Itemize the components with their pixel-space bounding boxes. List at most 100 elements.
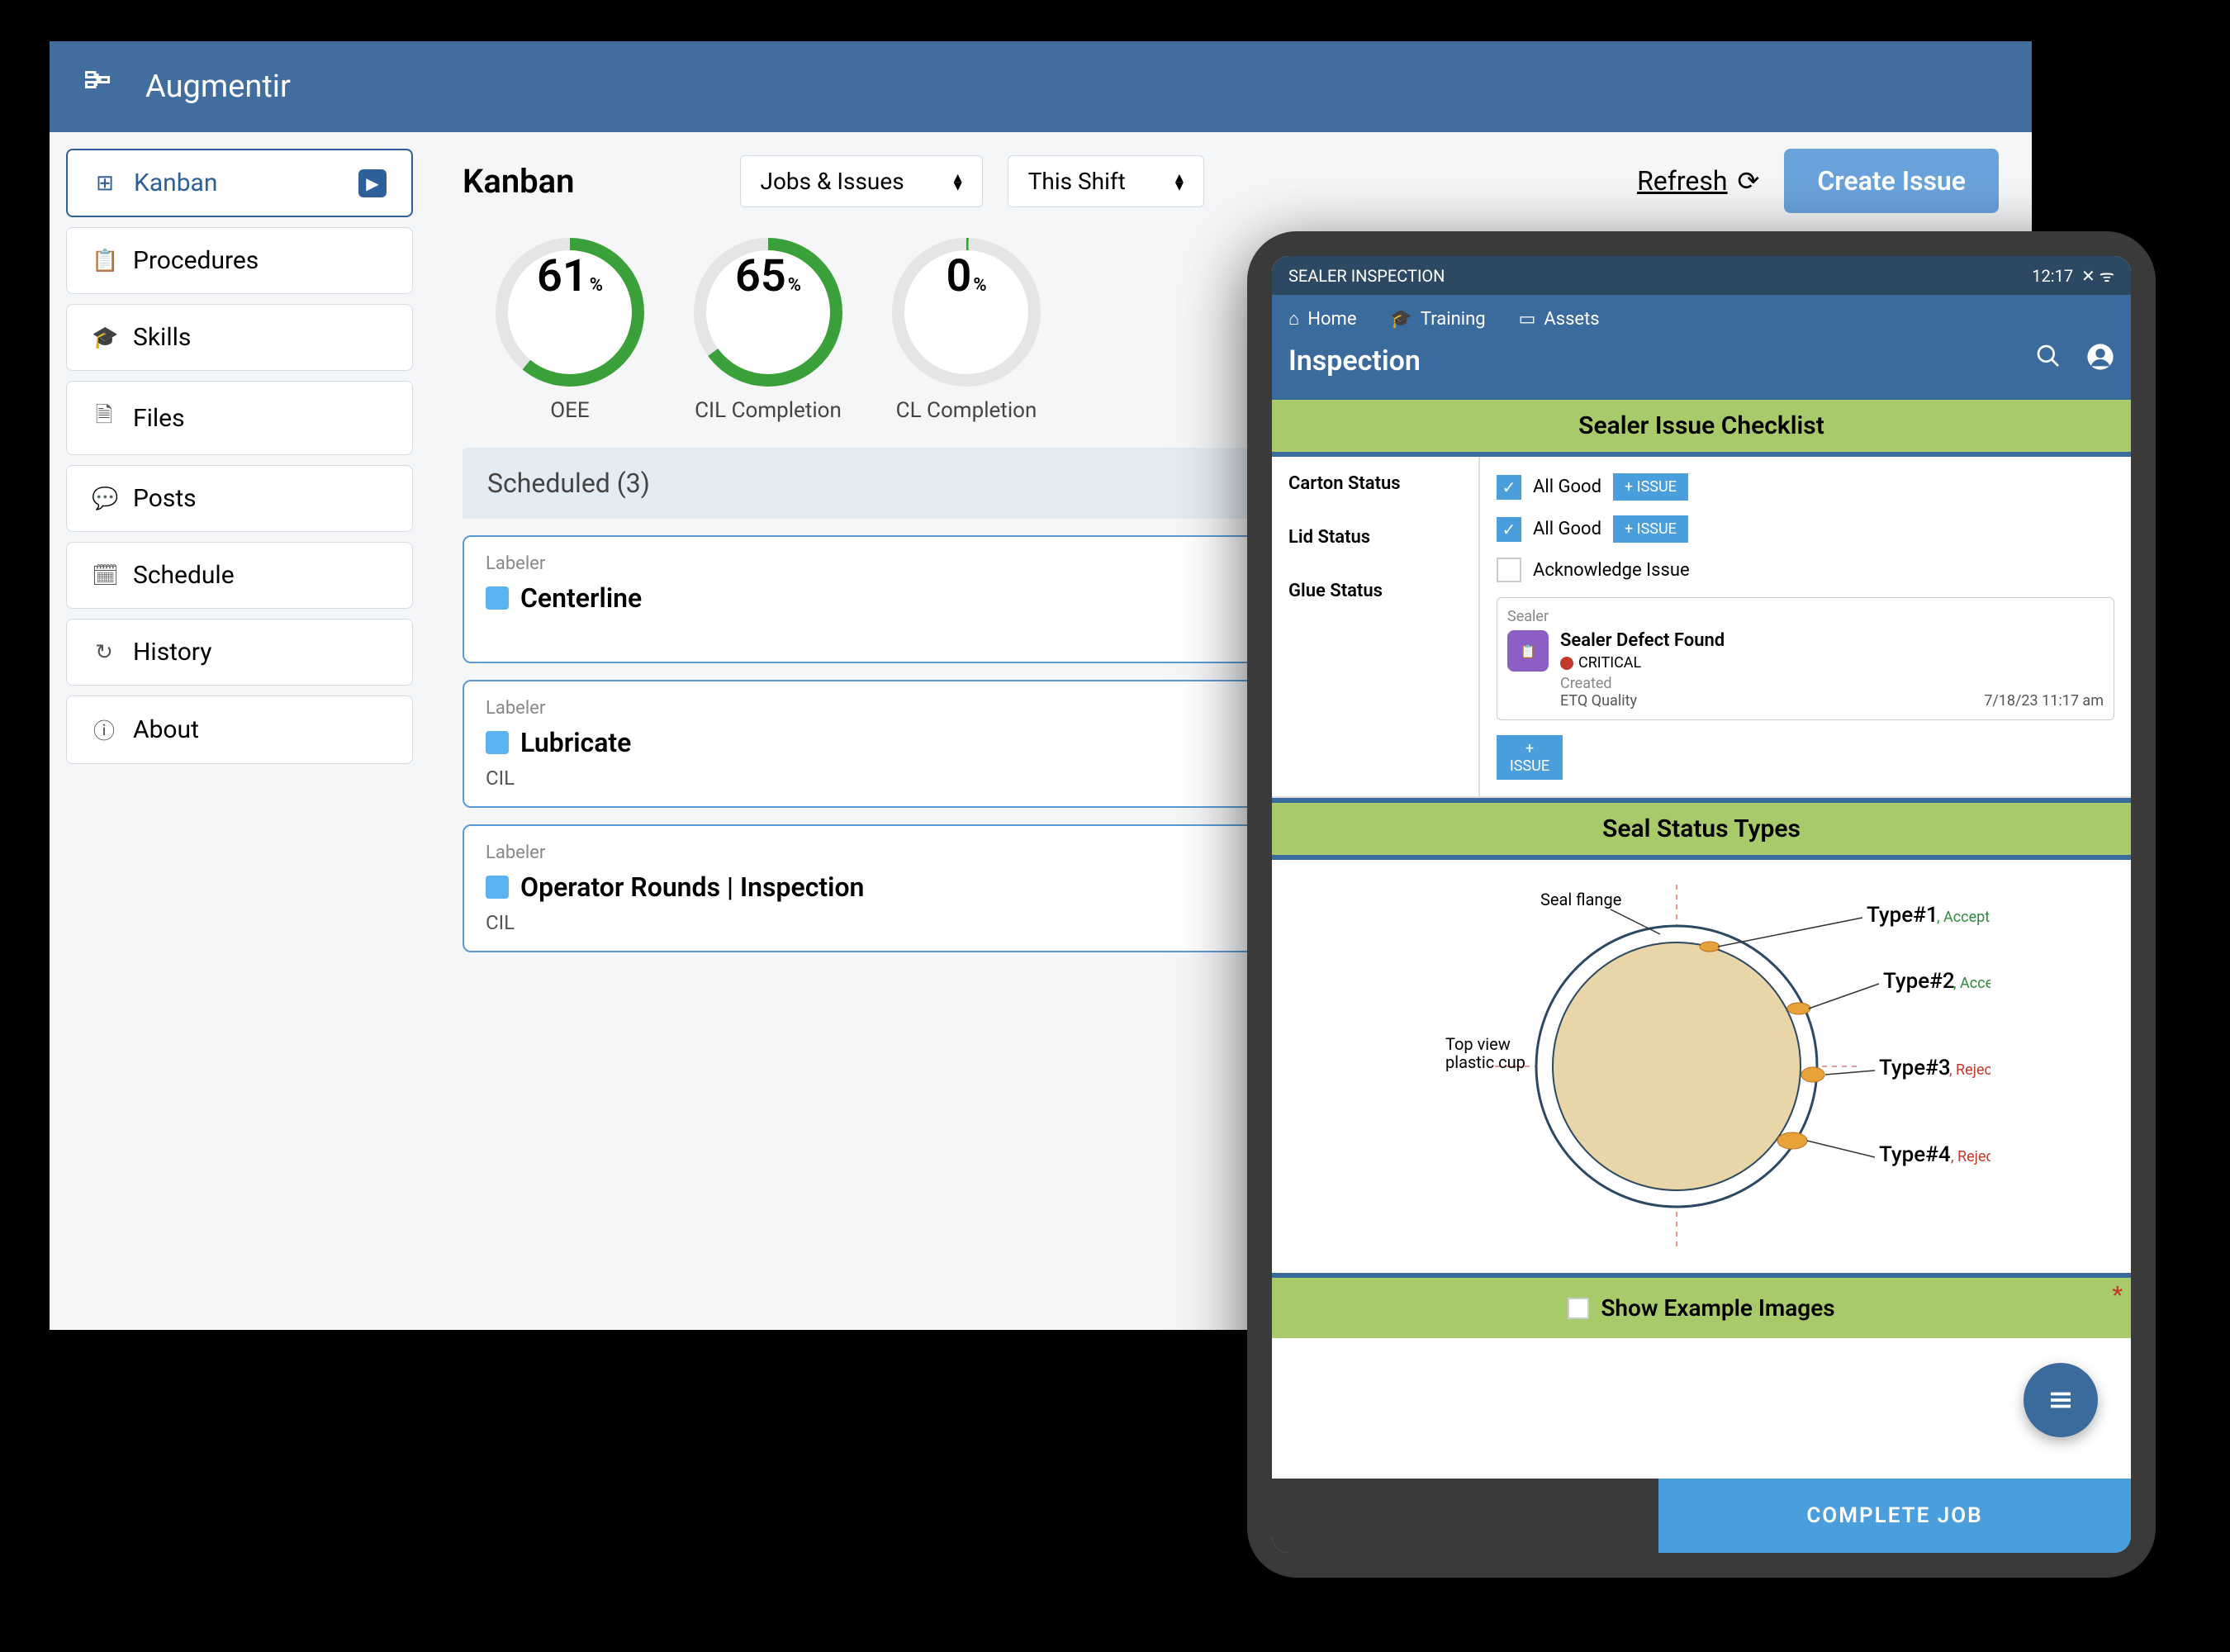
refresh-icon: ⟳ [1738, 165, 1760, 197]
home-icon: ⌂ [1288, 308, 1299, 330]
file-icon: 🗎 [92, 400, 116, 436]
clipboard-icon [486, 876, 509, 899]
flange-label: Seal flange [1540, 890, 1621, 909]
checklist: Carton Status Lid Status Glue Status ✓ A… [1272, 457, 2131, 798]
checklist-row: ✓ All Good + ISSUE [1497, 515, 2114, 543]
sidebar-item-about[interactable]: ⓘ About [66, 695, 413, 764]
tablet-device: SEALER INSPECTION 12:17 ✕ ᯤ ⌂ Home 🎓 Train… [1247, 231, 2156, 1578]
sidebar-item-files[interactable]: 🗎 Files [66, 381, 413, 455]
percent-sign: % [590, 275, 603, 296]
sidebar-item-kanban[interactable]: ⊞ Kanban ▶ [66, 149, 413, 217]
sidebar-item-label: Kanban [134, 169, 217, 197]
percent-sign: % [788, 275, 801, 296]
graduation-icon: 🎓 [92, 325, 116, 350]
ring-gauge: 0% [892, 238, 1041, 387]
sidebar-item-procedures[interactable]: 📋 Procedures [66, 227, 413, 294]
sidebar-item-schedule[interactable]: 🗓 Schedule [66, 542, 413, 609]
nav-assets[interactable]: ▭Assets [1519, 309, 1600, 330]
kanban-icon: ⊞ [93, 171, 117, 196]
card-title: Operator Rounds | Inspection [520, 871, 864, 903]
sidebar-item-label: Posts [133, 484, 197, 513]
calendar-icon: 🗓 [92, 563, 116, 588]
nav-home[interactable]: ⌂ Home [1288, 308, 1357, 330]
add-issue-button[interactable]: + ISSUE [1613, 515, 1688, 543]
select-value: This Shift [1028, 168, 1126, 195]
sidebar-item-skills[interactable]: 🎓 Skills [66, 304, 413, 371]
issue-card[interactable]: Sealer 📋 Sealer Defect Found CRITICAL Cr… [1497, 597, 2114, 720]
chat-icon: 💬 [92, 487, 116, 511]
svg-text:, Accept: , Accept [1937, 909, 1990, 926]
svg-text:Type#2: Type#2 [1883, 969, 1955, 994]
svg-text:Type#3: Type#3 [1879, 1056, 1951, 1080]
tablet-title-row: Inspection [1272, 343, 2131, 395]
svg-text:plastic cup: plastic cup [1445, 1052, 1525, 1072]
metric-value: 0 [946, 250, 971, 302]
required-asterisk: * [2112, 1281, 2123, 1308]
status-bar: SEALER INSPECTION 12:17 ✕ ᯤ [1272, 256, 2131, 295]
select-value: Jobs & Issues [761, 168, 904, 195]
seal-svg: Seal flange Top view plastic cup Type#1,… [1412, 885, 1990, 1248]
checklist-row: Acknowledge Issue [1497, 558, 2114, 582]
metric-value: 65 [735, 250, 786, 302]
clipboard-icon: 📋 [92, 249, 116, 273]
card-sub: CIL [486, 911, 515, 934]
svg-text:, Reject: , Reject [1951, 1148, 1990, 1165]
ring-gauge: 61% [496, 238, 644, 387]
complete-job-button[interactable]: COMPLETE JOB [1658, 1479, 2131, 1553]
chevron-updown-icon: ▴▾ [954, 173, 962, 189]
checkbox[interactable] [1497, 558, 1521, 582]
sidebar-item-history[interactable]: ↻ History [66, 619, 413, 686]
svg-text:, Reject: , Reject [1949, 1061, 1990, 1079]
refresh-label: Refresh [1637, 165, 1727, 197]
topview-label: Top view [1445, 1034, 1511, 1054]
sidebar-item-label: Procedures [133, 246, 259, 275]
nav-label: Training [1421, 309, 1486, 330]
app-name: Augmentir [145, 69, 291, 105]
tablet-screen: SEALER INSPECTION 12:17 ✕ ᯤ ⌂ Home 🎓 Train… [1272, 256, 2131, 1553]
show-examples-row[interactable]: Show Example Images * [1272, 1273, 2131, 1338]
sidebar-item-label: About [133, 715, 199, 744]
sidebar-item-label: History [133, 638, 211, 667]
row-label: Carton Status [1288, 473, 1462, 494]
page-title: Kanban [463, 162, 575, 201]
sidebar-item-label: Files [133, 404, 185, 433]
show-examples-label: Show Example Images [1601, 1294, 1834, 1322]
chevron-updown-icon: ▴▾ [1175, 173, 1184, 189]
nav-label: Assets [1544, 309, 1599, 330]
metric-cl: 0% CL Completion [892, 238, 1041, 423]
svg-text:Type#1: Type#1 [1867, 903, 1938, 928]
filter-jobs-select[interactable]: Jobs & Issues ▴▾ [740, 155, 983, 207]
card-title: Lubricate [520, 727, 631, 758]
tablet-bottom-bar: COMPLETE JOB [1272, 1479, 2131, 1553]
issue-card-header: Sealer [1507, 608, 2104, 625]
ring-gauge: 65% [694, 238, 842, 387]
metric-value: 61 [537, 250, 588, 302]
nav-label: Home [1307, 309, 1356, 330]
add-issue-button[interactable]: + ISSUE [1497, 735, 1563, 780]
nav-training[interactable]: 🎓 Training [1390, 309, 1486, 330]
checklist-row: ✓ All Good + ISSUE [1497, 473, 2114, 501]
metric-oee: 61% OEE [496, 238, 644, 423]
logo-icon [83, 69, 112, 106]
user-icon[interactable] [2086, 343, 2114, 378]
sidebar-item-label: Skills [133, 323, 191, 352]
graduation-icon: 🎓 [1390, 309, 1412, 330]
checkbox[interactable] [1568, 1298, 1589, 1319]
percent-sign: % [973, 275, 986, 296]
issue-source: ETQ Quality [1560, 692, 1637, 710]
checkbox[interactable]: ✓ [1497, 517, 1521, 542]
create-issue-button[interactable]: Create Issue [1784, 149, 1999, 213]
sidebar: ⊞ Kanban ▶ 📋 Procedures 🎓 Skills 🗎 Files… [50, 132, 429, 1330]
sidebar-item-posts[interactable]: 💬 Posts [66, 465, 413, 532]
row-label: Lid Status [1288, 527, 1462, 548]
status-dot-icon [1560, 657, 1573, 670]
fab-menu-button[interactable] [2024, 1363, 2098, 1437]
checkbox[interactable]: ✓ [1497, 475, 1521, 500]
metric-label: CL Completion [896, 398, 1037, 423]
refresh-button[interactable]: Refresh ⟳ [1637, 165, 1759, 197]
row-text: All Good [1533, 519, 1601, 539]
add-issue-button[interactable]: + ISSUE [1613, 473, 1688, 501]
search-icon[interactable] [2035, 343, 2062, 378]
card-sub: CIL [486, 767, 515, 790]
filter-shift-select[interactable]: This Shift ▴▾ [1008, 155, 1204, 207]
